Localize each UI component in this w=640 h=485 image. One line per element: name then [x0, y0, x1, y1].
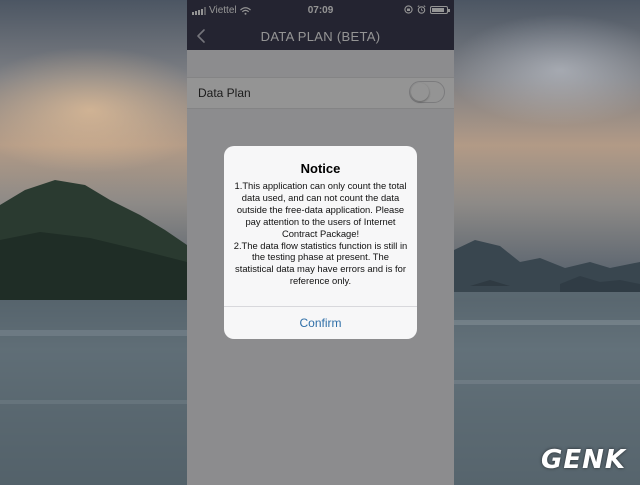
dialog-message: 1.This application can only count the to… — [233, 180, 408, 287]
genk-watermark: GENK — [540, 445, 626, 475]
dialog-title: Notice — [300, 161, 341, 176]
notice-dialog: Notice 1.This application can only count… — [224, 146, 417, 339]
screenshot-stage: GENK Viettel 07:09 DATA PLAN (BETA) Data… — [0, 0, 640, 485]
confirm-button[interactable]: Confirm — [224, 307, 417, 339]
phone-screen: Viettel 07:09 DATA PLAN (BETA) Data Plan… — [187, 0, 454, 485]
